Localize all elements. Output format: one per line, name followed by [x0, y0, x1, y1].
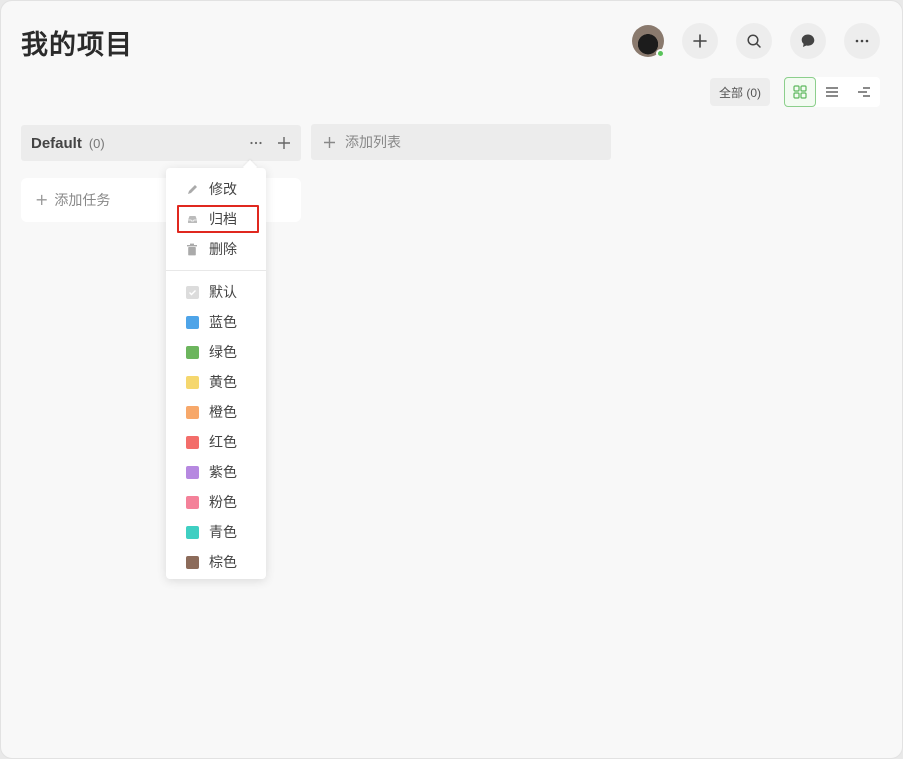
pencil-icon — [185, 182, 199, 196]
color-option-orange[interactable]: 橙色 — [166, 398, 266, 426]
plus-icon: + — [35, 190, 49, 209]
board-view-button[interactable] — [784, 77, 816, 107]
color-option-red[interactable]: 红色 — [166, 428, 266, 456]
color-option-cyan[interactable]: 青色 — [166, 518, 266, 546]
filter-row: 全部 (0) — [709, 77, 880, 107]
grid-icon — [793, 85, 807, 99]
check-icon — [185, 285, 199, 299]
top-actions — [632, 23, 880, 59]
column-context-menu: 修改 归档 删除 默认 蓝色 绿色 黄色 橙色 红色 紫色 粉色 青色 棕色 — [166, 168, 266, 579]
menu-item-label: 绿色 — [209, 345, 237, 361]
chat-button[interactable] — [790, 23, 826, 59]
menu-item-label: 橙色 — [209, 405, 237, 421]
add-button[interactable] — [682, 23, 718, 59]
view-switcher — [784, 77, 880, 107]
color-option-green[interactable]: 绿色 — [166, 338, 266, 366]
menu-divider — [166, 270, 266, 271]
color-option-default[interactable]: 默认 — [166, 278, 266, 306]
menu-item-label: 修改 — [209, 182, 237, 198]
color-swatch — [185, 375, 199, 389]
app-window: 我的项目 全部 (0) Default (0) + 添加任务 添加列表 修改 归… — [0, 0, 903, 759]
menu-item-label: 删除 — [209, 242, 237, 258]
color-swatch — [185, 435, 199, 449]
color-swatch — [185, 495, 199, 509]
menu-item-delete[interactable]: 删除 — [166, 235, 266, 263]
trash-icon — [185, 242, 199, 256]
avatar[interactable] — [632, 25, 665, 58]
menu-item-label: 紫色 — [209, 465, 237, 481]
column-more-icon[interactable] — [249, 136, 263, 150]
search-button[interactable] — [736, 23, 772, 59]
menu-item-label: 青色 — [209, 525, 237, 541]
color-swatch — [185, 315, 199, 329]
color-option-yellow[interactable]: 黄色 — [166, 368, 266, 396]
menu-item-label: 红色 — [209, 435, 237, 451]
color-option-purple[interactable]: 紫色 — [166, 458, 266, 486]
color-swatch — [185, 465, 199, 479]
color-swatch — [185, 405, 199, 419]
plus-icon — [693, 34, 707, 48]
add-task-label: 添加任务 — [54, 193, 111, 209]
column-add-icon[interactable] — [277, 136, 291, 150]
color-swatch — [185, 345, 199, 359]
color-swatch — [185, 555, 199, 569]
color-option-pink[interactable]: 粉色 — [166, 488, 266, 516]
menu-item-label: 黄色 — [209, 375, 237, 391]
menu-item-label: 粉色 — [209, 495, 237, 511]
menu-item-label: 默认 — [209, 285, 237, 301]
gantt-icon — [858, 87, 870, 97]
menu-item-label: 棕色 — [209, 555, 237, 571]
highlight-box — [177, 205, 259, 233]
menu-item-label: 蓝色 — [209, 315, 237, 331]
plus-icon — [324, 136, 335, 148]
search-icon — [747, 34, 761, 48]
color-option-brown[interactable]: 棕色 — [166, 548, 266, 576]
add-list-label: 添加列表 — [345, 135, 401, 151]
column-count: (0) — [88, 135, 105, 151]
color-option-blue[interactable]: 蓝色 — [166, 308, 266, 336]
chat-icon — [801, 34, 815, 47]
gantt-view-button[interactable] — [848, 77, 880, 107]
list-view-button[interactable] — [816, 77, 848, 107]
more-icon — [855, 39, 869, 43]
column-header: Default (0) — [21, 125, 301, 161]
filter-all-button[interactable]: 全部 (0) — [709, 78, 770, 106]
page-title: 我的项目 — [21, 30, 133, 61]
color-swatch — [185, 525, 199, 539]
online-status-dot — [656, 49, 665, 58]
add-list-button[interactable]: 添加列表 — [311, 124, 611, 160]
column-title: Default — [31, 134, 82, 152]
more-button[interactable] — [844, 23, 880, 59]
list-icon — [826, 87, 838, 97]
menu-item-edit[interactable]: 修改 — [166, 175, 266, 203]
